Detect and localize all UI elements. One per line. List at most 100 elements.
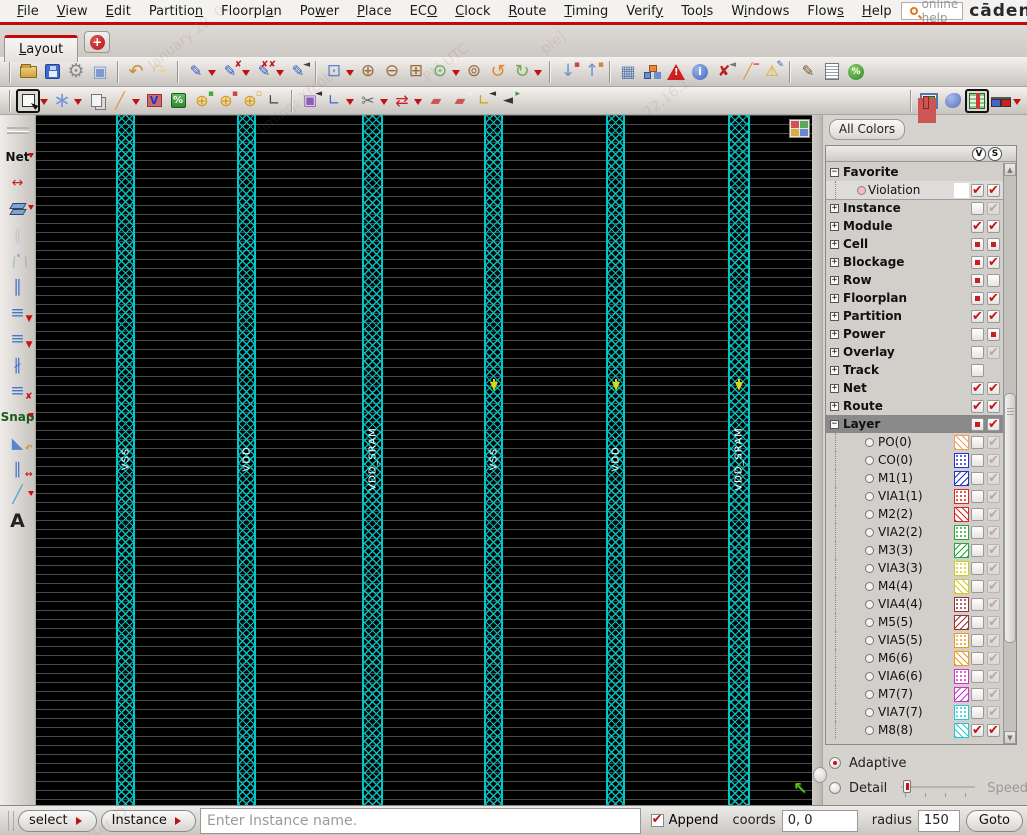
visibility-checkbox[interactable] bbox=[971, 345, 984, 359]
layer-radio[interactable] bbox=[865, 671, 874, 681]
layer-radio[interactable] bbox=[865, 707, 874, 717]
cut-wire-dropdown[interactable] bbox=[242, 69, 250, 80]
visibility-checkbox[interactable] bbox=[971, 507, 984, 521]
power-stripe-vss[interactable]: VSS bbox=[484, 115, 503, 805]
layout-canvas[interactable]: ↖ VSS VDD VDD_SRAM VSS VDD VDD_SRAM bbox=[36, 115, 812, 805]
redo-view-icon[interactable]: ↻ bbox=[510, 60, 534, 84]
tree-row-track[interactable]: + Track bbox=[826, 361, 1003, 379]
tree-row-row[interactable]: + Row bbox=[826, 271, 1003, 289]
layer-radio[interactable] bbox=[865, 599, 874, 609]
power-stripe-vdd[interactable]: VDD bbox=[606, 115, 625, 805]
floorplan-view-icon[interactable] bbox=[917, 89, 941, 113]
menu-edit[interactable]: Edit bbox=[97, 2, 140, 21]
visibility-checkbox[interactable] bbox=[971, 525, 984, 539]
snap-menu[interactable]: Snap bbox=[1, 405, 35, 429]
summary-info-icon[interactable]: i bbox=[688, 60, 712, 84]
selectability-checkbox[interactable] bbox=[987, 273, 1000, 287]
layer-radio[interactable] bbox=[865, 509, 874, 519]
selectability-checkbox[interactable] bbox=[987, 417, 1000, 432]
net-menu[interactable]: Net bbox=[2, 145, 34, 169]
distribute-down[interactable]: ≡ ▼ bbox=[2, 301, 34, 325]
window-capture-icon[interactable]: ▣ bbox=[88, 60, 112, 84]
expand-icon[interactable]: + bbox=[830, 311, 839, 321]
menu-partition[interactable]: Partition bbox=[140, 2, 212, 21]
visibility-checkbox[interactable] bbox=[971, 381, 984, 396]
tree-row-instance[interactable]: + Instance bbox=[826, 199, 1003, 217]
expand-icon[interactable]: + bbox=[830, 293, 839, 303]
color-swatch[interactable] bbox=[954, 668, 969, 684]
pan-select-icon[interactable]: ◄ ▸ bbox=[496, 89, 520, 113]
append-checkbox[interactable] bbox=[650, 812, 664, 827]
selectability-checkbox[interactable] bbox=[987, 489, 1000, 504]
radius-input[interactable] bbox=[917, 809, 960, 832]
save-design-icon[interactable] bbox=[40, 60, 64, 84]
menu-windows[interactable]: Windows bbox=[722, 2, 798, 21]
zoom-fit-icon[interactable]: ⊞ bbox=[404, 60, 428, 84]
zoom-previous-dropdown[interactable] bbox=[452, 69, 460, 80]
layer-row-via1(1)[interactable]: VIA1(1) bbox=[826, 487, 1003, 505]
layer-radio[interactable] bbox=[865, 635, 874, 645]
tree-row-net[interactable]: + Net bbox=[826, 379, 1003, 397]
layer-row-co(0)[interactable]: CO(0) bbox=[826, 451, 1003, 469]
menu-floorplan[interactable]: Floorplan bbox=[212, 2, 291, 21]
move-tool-dropdown[interactable] bbox=[74, 98, 82, 109]
delete-wire-icon[interactable]: ✎ ✘✘ bbox=[252, 60, 276, 84]
ruler-tool-dropdown[interactable] bbox=[132, 98, 140, 109]
visibility-checkbox[interactable] bbox=[971, 615, 984, 629]
expand-icon[interactable]: + bbox=[830, 239, 839, 249]
power-stripe-vdd_sram[interactable]: VDD_SRAM bbox=[728, 115, 750, 805]
selectability-checkbox[interactable] bbox=[987, 201, 1000, 216]
visibility-checkbox[interactable] bbox=[971, 417, 984, 431]
visibility-checkbox[interactable] bbox=[971, 327, 984, 341]
selectability-checkbox[interactable] bbox=[987, 597, 1000, 612]
expand-icon[interactable]: + bbox=[830, 203, 839, 213]
wire-layers[interactable] bbox=[2, 197, 34, 221]
splitter-handle[interactable] bbox=[813, 767, 827, 783]
selectability-checkbox[interactable] bbox=[987, 543, 1000, 558]
select-mode-button[interactable]: select bbox=[18, 809, 97, 832]
selectability-checkbox[interactable] bbox=[987, 615, 1000, 630]
layer-radio[interactable] bbox=[865, 527, 874, 537]
color-swatch[interactable] bbox=[954, 704, 969, 720]
layer-row-via2(2)[interactable]: VIA2(2) bbox=[826, 523, 1003, 541]
color-swatch[interactable] bbox=[954, 182, 969, 198]
scroll-down-button[interactable]: ▼ bbox=[1004, 731, 1016, 744]
color-swatch[interactable] bbox=[954, 614, 969, 630]
select-tool-dropdown[interactable] bbox=[40, 98, 48, 109]
layer-row-m3(3)[interactable]: M3(3) bbox=[826, 541, 1003, 559]
color-swatch[interactable] bbox=[954, 470, 969, 486]
layer-radio[interactable] bbox=[865, 545, 874, 555]
visibility-checkbox[interactable] bbox=[971, 399, 984, 414]
selectability-checkbox[interactable] bbox=[987, 633, 1000, 648]
layer-row-m4(4)[interactable]: M4(4) bbox=[826, 577, 1003, 595]
adaptive-radio[interactable] bbox=[829, 757, 841, 769]
help-search-box[interactable]: online help bbox=[900, 0, 964, 25]
amoeba-view-icon[interactable] bbox=[941, 89, 965, 113]
layer-row-m5(5)[interactable]: M5(5) bbox=[826, 613, 1003, 631]
violation-browser-icon[interactable] bbox=[664, 60, 688, 84]
layer-radio[interactable] bbox=[865, 581, 874, 591]
verify-drc-icon[interactable]: V bbox=[142, 89, 166, 113]
pin-spacing[interactable]: ∦ bbox=[2, 353, 34, 377]
expand-icon[interactable]: + bbox=[830, 257, 839, 267]
expand-icon[interactable]: + bbox=[830, 221, 839, 231]
color-swatch[interactable] bbox=[954, 488, 969, 504]
draw-line[interactable]: ╱ bbox=[2, 483, 34, 507]
tree-row-violation[interactable]: Violation bbox=[826, 181, 1003, 199]
visibility-checkbox[interactable] bbox=[971, 705, 984, 719]
tree-scrollbar[interactable]: ▲ ▼ bbox=[1003, 163, 1016, 744]
layer-row-m7(7)[interactable]: M7(7) bbox=[826, 685, 1003, 703]
split-shape-icon[interactable]: ▰ bbox=[424, 89, 448, 113]
zoom-previous-icon[interactable]: ⊙ bbox=[428, 60, 452, 84]
visibility-checkbox[interactable] bbox=[971, 579, 984, 593]
create-wire-icon[interactable]: ∟ bbox=[262, 89, 286, 113]
visibility-checkbox[interactable] bbox=[971, 489, 984, 503]
log-viewer-icon[interactable] bbox=[820, 60, 844, 84]
selectability-checkbox[interactable] bbox=[987, 345, 1000, 360]
zoom-selection-dropdown[interactable] bbox=[346, 69, 354, 80]
layer-row-m2(2)[interactable]: M2(2) bbox=[826, 505, 1003, 523]
menu-verify[interactable]: Verify bbox=[617, 2, 672, 21]
color-swatch[interactable] bbox=[954, 722, 969, 738]
tree-row-partition[interactable]: + Partition bbox=[826, 307, 1003, 325]
layer-row-m6(6)[interactable]: M6(6) bbox=[826, 649, 1003, 667]
